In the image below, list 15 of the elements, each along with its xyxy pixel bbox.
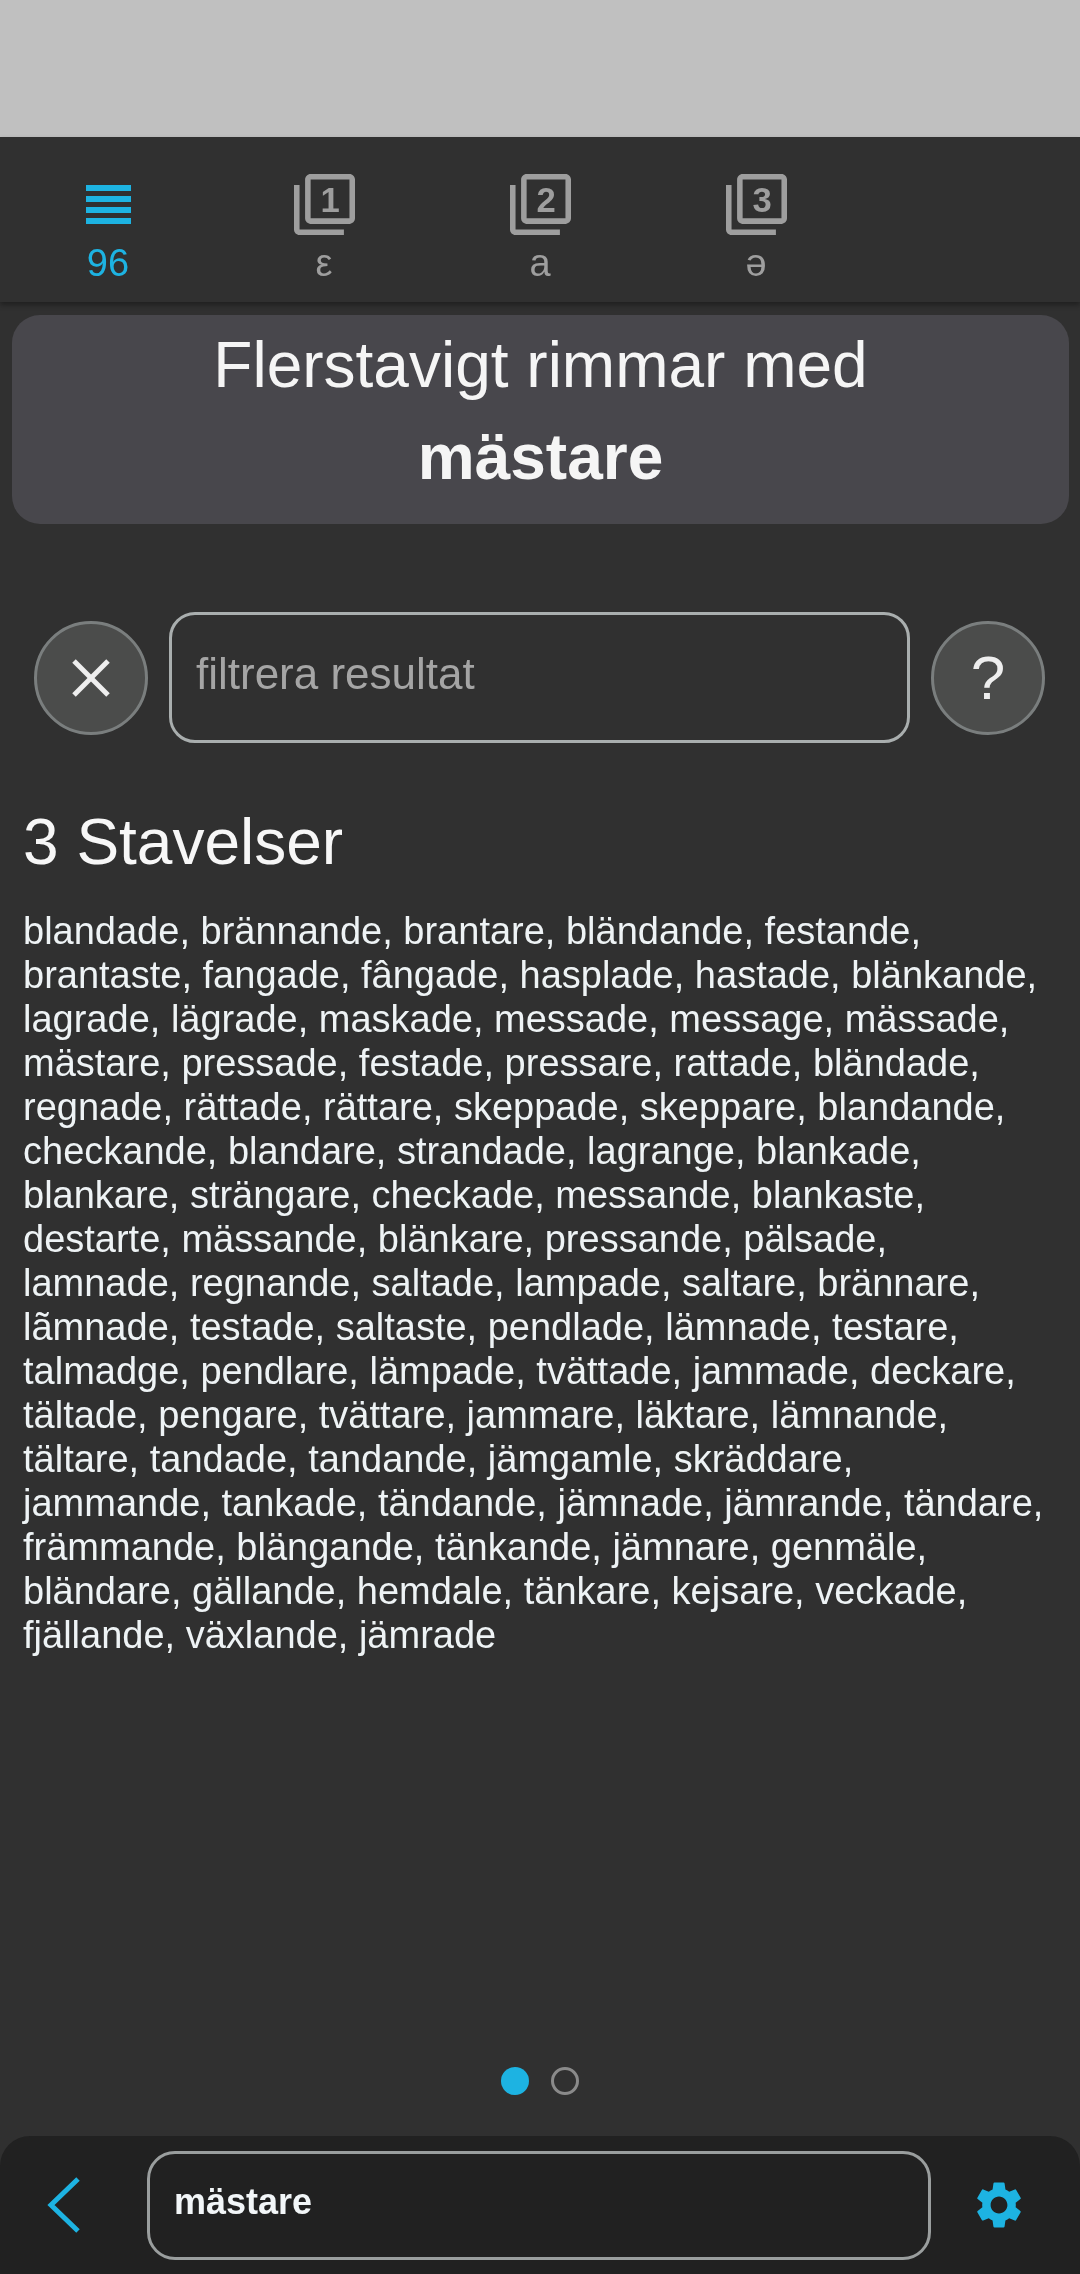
tab[interactable]: 96 (0, 137, 216, 302)
header-word: mästare (417, 420, 664, 495)
tab[interactable]: 2 a (432, 137, 648, 302)
tab[interactable]: 3 ə (648, 137, 864, 302)
back-chevron-icon (47, 2177, 81, 2233)
section-heading: 3 Stavelser (22, 805, 345, 880)
menu-icon (85, 184, 131, 224)
filter-field[interactable]: filtrera resultat (169, 612, 910, 743)
back-button[interactable] (47, 2177, 81, 2233)
close-icon (72, 658, 110, 697)
rhyme-list: blandade, brännande, brantare, bländande, festande, brantaste, fangade, fângade, hasplade, hastade, blänkande, lagrade, lägrade, maskade, messade, message, mässade, mästare, pressade, festade, pressare, rattade, bländade, regnade, rättade, rättare, skeppade, skeppare, blandande, checkande, blandare, strandade, lagrange, blankade, blankare, strängare, checkade, messande, blankaste, destarte, mässande, blänkare, pressande, pälsade, lamnade, regnande, saltade, lampade, saltare, brännare, lãmnade, testade, saltaste, pendlade, lämnade, testare, talmadge, pendlare, lämpade, tvättade, jammade, deckare, tältade, pengare, tvättare, jammare, läktare, lämnande, tältare, tandade, tandande, jämgamle, skräddare, jammande, tankade, tändande, jämnade, jämrande, tändare, främmande, blängande, tänkande, jämnare, genmäle, bländare, gällande, hemdale, tänkare, kejsare, veckade, fjällande, växlande, jämrade (23, 909, 1048, 1657)
help-button[interactable]: ? (931, 620, 1045, 735)
search-field[interactable]: mästare (147, 2150, 931, 2260)
tab[interactable]: 1 ε (216, 137, 432, 302)
header-title: Flerstavigt rimmar med (213, 328, 868, 403)
